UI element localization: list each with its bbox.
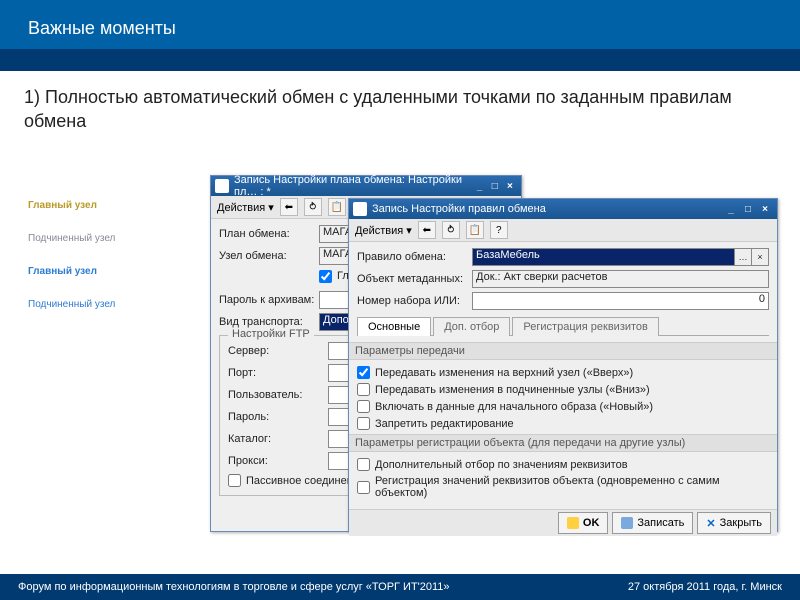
label: Узел обмена:	[219, 250, 319, 262]
window-exchange-rules: Запись Настройки правил обмена _ □ × Дей…	[348, 198, 778, 532]
tree-node: Главный узел	[28, 200, 115, 211]
help-icon[interactable]: ?	[490, 221, 508, 239]
label: Каталог:	[228, 433, 328, 445]
close-button[interactable]: ×	[757, 202, 773, 216]
label: Прокси:	[228, 455, 328, 467]
actions-menu[interactable]: Действия ▾	[355, 224, 412, 237]
window-title: Запись Настройки плана обмена: Настройки…	[234, 174, 471, 198]
toolbar-btn[interactable]: ⥁	[304, 198, 322, 216]
ok-icon	[567, 517, 579, 529]
app-icon	[215, 179, 229, 193]
app-icon	[353, 202, 367, 216]
label: Передавать изменения на верхний узел («В…	[375, 367, 633, 379]
close-icon: ✕	[706, 517, 715, 530]
label: Передавать изменения в подчиненные узлы …	[375, 384, 650, 396]
label: Пароль к архивам:	[219, 294, 319, 306]
toolbar-btn[interactable]: ⥁	[442, 221, 460, 239]
group-header: Параметры передачи	[349, 342, 777, 360]
toolbar-btn[interactable]: ⬅	[280, 198, 298, 216]
num-input[interactable]: 0	[472, 292, 769, 310]
ok-button[interactable]: OK	[558, 512, 609, 534]
tab-filter[interactable]: Доп. отбор	[433, 317, 510, 336]
label: Вид транспорта:	[219, 316, 319, 328]
actions-menu[interactable]: Действия ▾	[217, 201, 274, 214]
cb-lock[interactable]	[357, 417, 370, 430]
cb-extra-filter[interactable]	[357, 458, 370, 471]
footer-right: 27 октября 2011 года, г. Минск	[628, 581, 782, 593]
close-button[interactable]: ✕Закрыть	[697, 512, 771, 534]
slide-subheader	[0, 49, 800, 71]
group-header: Параметры регистрации объекта (для перед…	[349, 434, 777, 452]
diagram-tree: Главный узел Подчиненный узел Главный уз…	[28, 200, 115, 332]
minimize-button[interactable]: _	[472, 179, 486, 193]
label: Дополнительный отбор по значениям реквиз…	[375, 459, 628, 471]
titlebar[interactable]: Запись Настройки правил обмена _ □ ×	[349, 199, 777, 219]
window-title: Запись Настройки правил обмена	[372, 203, 546, 215]
tree-node: Подчиненный узел	[28, 233, 115, 244]
save-icon	[621, 517, 633, 529]
slide-body-text: 1) Полностью автоматический обмен с удал…	[0, 71, 800, 134]
label: Пароль:	[228, 411, 328, 423]
footer-left: Форум по информационным технологиям в то…	[18, 581, 450, 593]
slide-header: Важные моменты	[0, 0, 800, 49]
group-title: Настройки FTP	[228, 328, 314, 340]
label: Порт:	[228, 367, 328, 379]
toolbar-btn[interactable]: ⬅	[418, 221, 436, 239]
cb-reg-values[interactable]	[357, 481, 370, 494]
tree-node: Главный узел	[28, 266, 115, 277]
cb-up[interactable]	[357, 366, 370, 379]
label: Объект метаданных:	[357, 273, 472, 285]
tabs: Основные Доп. отбор Регистрация реквизит…	[357, 316, 769, 336]
tab-registration[interactable]: Регистрация реквизитов	[512, 317, 658, 336]
button-bar: OK Записать ✕Закрыть	[349, 509, 777, 536]
meta-input[interactable]: Док.: Акт сверки расчетов	[472, 270, 769, 288]
label: Сервер:	[228, 345, 328, 357]
toolbar-btn[interactable]: 📋	[466, 221, 484, 239]
ellipsis-button[interactable]: …	[735, 248, 752, 266]
rule-input[interactable]: БазаМебель	[472, 248, 735, 266]
label: Включать в данные для начального образа …	[375, 401, 653, 413]
maximize-button[interactable]: □	[740, 202, 756, 216]
save-button[interactable]: Записать	[612, 512, 693, 534]
label: Регистрация значений реквизитов объекта …	[375, 475, 769, 499]
cb-new[interactable]	[357, 400, 370, 413]
label: Пользователь:	[228, 389, 328, 401]
minimize-button[interactable]: _	[723, 202, 739, 216]
toolbar: Действия ▾ ⬅ ⥁ 📋 ?	[349, 219, 777, 242]
tab-main[interactable]: Основные	[357, 317, 431, 336]
tree-node: Подчиненный узел	[28, 299, 115, 310]
label: Запретить редактирование	[375, 418, 514, 430]
titlebar[interactable]: Запись Настройки плана обмена: Настройки…	[211, 176, 521, 196]
passive-checkbox[interactable]	[228, 474, 241, 487]
close-button[interactable]: ×	[503, 179, 517, 193]
label: План обмена:	[219, 228, 319, 240]
clear-button[interactable]: ×	[752, 248, 769, 266]
main-checkbox[interactable]	[319, 270, 332, 283]
slide-footer: Форум по информационным технологиям в то…	[0, 574, 800, 600]
toolbar-btn[interactable]: 📋	[328, 198, 346, 216]
label: Правило обмена:	[357, 251, 472, 263]
label: Номер набора ИЛИ:	[357, 295, 472, 307]
cb-down[interactable]	[357, 383, 370, 396]
maximize-button[interactable]: □	[488, 179, 502, 193]
